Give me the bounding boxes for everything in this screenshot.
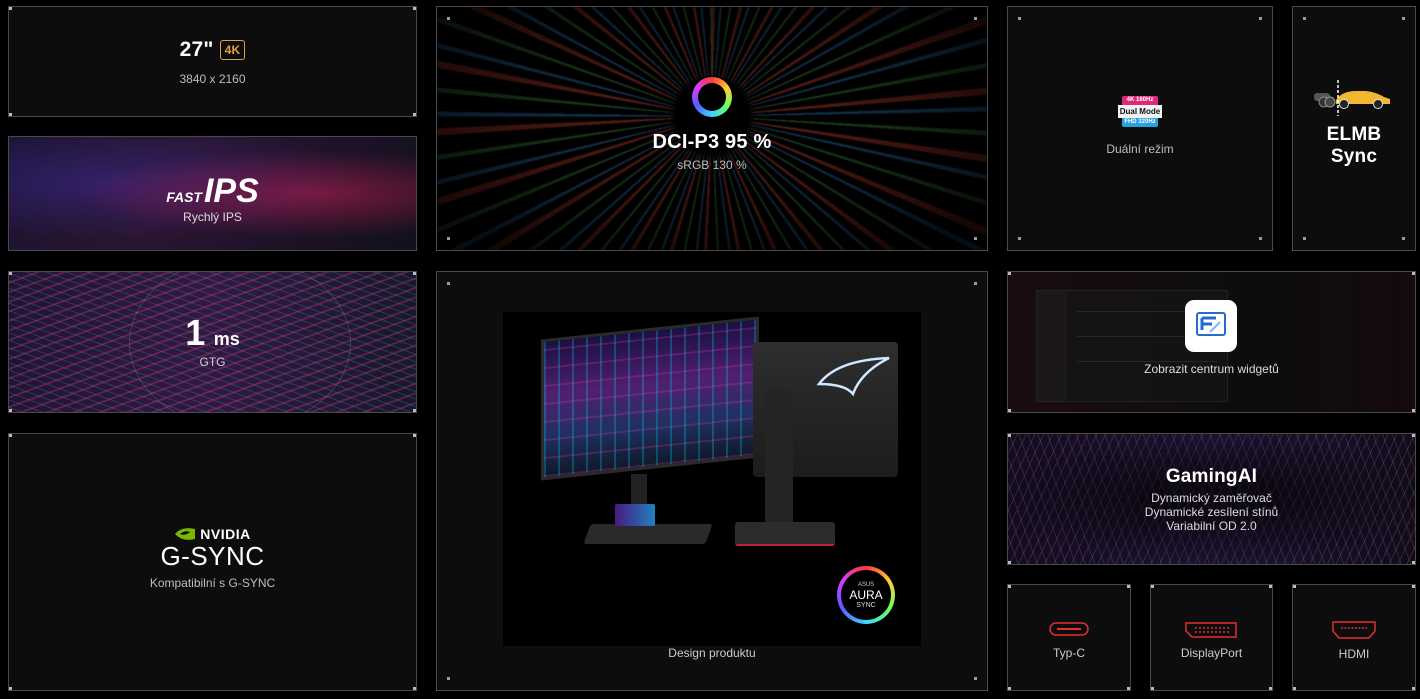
monitor-rear-pillar [765, 388, 793, 528]
gsync-title: G-SYNC [160, 540, 265, 571]
aura-main: AURA [849, 587, 883, 602]
port-tile-type-c[interactable]: Typ-C [1007, 584, 1131, 691]
elmb-title-line1: ELMB [1326, 123, 1382, 145]
fast-ips-label: Rychlý IPS [183, 209, 242, 224]
port-tile-hdmi[interactable]: HDMI [1292, 584, 1416, 691]
displayport-port-icon [1185, 621, 1238, 638]
resolution-label: 3840 x 2160 [179, 71, 246, 86]
product-image: ASUS AURA SYNC [503, 312, 921, 646]
monitor-rear-base [735, 522, 835, 546]
spec-tile-g-sync[interactable]: NVIDIA G-SYNC Kompatibilní s G-SYNC [8, 433, 417, 691]
gaming-ai-title: GamingAI [1165, 465, 1258, 487]
spec-tile-elmb-sync[interactable]: ELMB Sync [1292, 6, 1416, 251]
phone-holder [615, 504, 655, 526]
widget-center-label: Zobrazit centrum widgetů [1144, 362, 1279, 376]
spec-tile-dci-p3[interactable]: DCI-P3 95 % sRGB 130 % [436, 6, 988, 251]
type-c-label: Typ-C [1052, 645, 1085, 660]
color-ring-icon [691, 77, 732, 117]
spec-tile-response-time[interactable]: 1 ms GTG [8, 271, 417, 413]
dci-p3-title: DCI-P3 95 % [652, 131, 772, 153]
displayport-label: DisplayPort [1180, 645, 1243, 660]
elmb-title-line2: Sync [1330, 145, 1378, 167]
gaming-ai-feature: Variabilní OD 2.0 [1166, 518, 1257, 533]
fast-logo-text: FAST [166, 188, 202, 205]
spec-tile-gaming-ai[interactable]: GamingAI Dynamický zaměřovač Dynamické z… [1007, 433, 1416, 565]
dual-mode-icon: 4K 160Hz Dual Mode FHD 320Hz [1117, 95, 1162, 130]
nvidia-brand: NVIDIA [200, 525, 251, 542]
screen-size-value: 27" [179, 37, 214, 61]
spec-tile-size[interactable]: 27" 4K 3840 x 2160 [8, 6, 417, 117]
aura-sync-badge: ASUS AURA SYNC [837, 566, 895, 624]
dual-mode-label: Duální režim [1106, 141, 1174, 156]
aura-sub: SYNC [856, 601, 876, 609]
response-unit: ms [213, 329, 240, 349]
spec-tile-widget-center[interactable]: Zobrazit centrum widgetů [1007, 271, 1416, 413]
monitor-front-base [583, 524, 713, 544]
spec-tile-product-design[interactable]: ASUS AURA SYNC Design produktu [436, 271, 988, 691]
aura-brand: ASUS [857, 581, 875, 588]
nvidia-eye-icon [175, 527, 196, 540]
ips-logo-text: IPS [203, 171, 259, 210]
spec-tile-fast-ips[interactable]: FASTIPS Rychlý IPS [8, 136, 417, 251]
gaming-ai-feature: Dynamický zaměřovač [1151, 490, 1272, 505]
screen-size-title: 27" 4K [180, 38, 246, 62]
nvidia-logo: NVIDIA [174, 526, 250, 542]
hdmi-label: HDMI [1338, 646, 1370, 661]
motion-car-icon [1314, 79, 1390, 116]
hdmi-port-icon [1332, 620, 1376, 639]
circle-outline [129, 272, 351, 412]
dual-mode-mid-badge: Dual Mode [1117, 104, 1162, 118]
port-tile-displayport[interactable]: DisplayPort [1150, 584, 1273, 691]
fast-ips-logo: FASTIPS [166, 174, 259, 208]
response-number: 1 [185, 312, 206, 353]
srgb-label: sRGB 130 % [677, 158, 747, 172]
type-c-port-icon [1049, 621, 1089, 636]
monitor-front-screen [541, 316, 759, 481]
4k-badge: 4K [219, 39, 246, 60]
response-time-value: 1 ms [185, 315, 240, 351]
widget-app-icon [1185, 300, 1238, 352]
rog-logo-icon [816, 356, 890, 397]
dual-mode-top-badge: 4K 160Hz [1121, 95, 1158, 105]
gaming-ai-feature: Dynamické zesílení stínů [1144, 504, 1279, 519]
gsync-compatible-label: Kompatibilní s G-SYNC [149, 576, 276, 591]
dual-mode-bottom-badge: FHD 320Hz [1121, 117, 1158, 127]
spec-tile-dual-mode[interactable]: 4K 160Hz Dual Mode FHD 320Hz Duální reži… [1007, 6, 1273, 251]
design-label: Design produktu [668, 646, 756, 660]
gtg-label: GTG [199, 355, 226, 369]
